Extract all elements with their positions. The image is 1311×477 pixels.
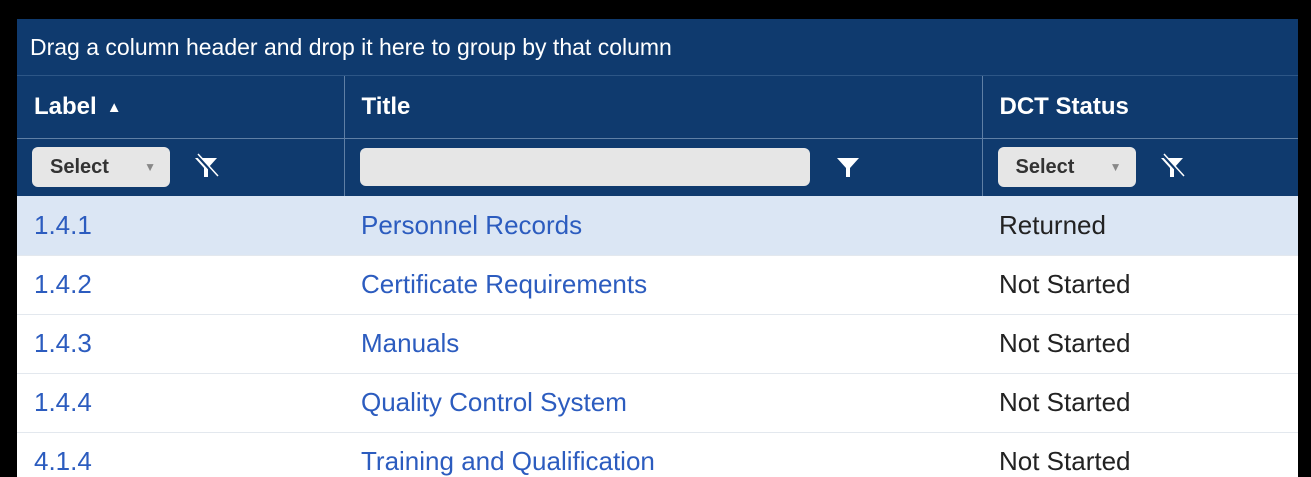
- cell-title[interactable]: Personnel Records: [344, 196, 982, 256]
- cell-label[interactable]: 1.4.4: [17, 373, 344, 433]
- status-text: Returned: [999, 209, 1106, 240]
- filter-icon[interactable]: [834, 153, 862, 181]
- column-header-label[interactable]: Label ▲: [17, 76, 345, 139]
- cell-title[interactable]: Quality Control System: [344, 373, 982, 433]
- title-link[interactable]: Training and Qualification: [361, 446, 655, 476]
- cell-title[interactable]: Manuals: [344, 314, 982, 374]
- table-row[interactable]: 4.1.4 Training and Qualification Not Sta…: [17, 432, 1298, 477]
- column-header-title-text: Title: [361, 92, 411, 120]
- cell-title[interactable]: Certificate Requirements: [344, 255, 982, 315]
- chevron-down-icon: ▼: [144, 160, 156, 175]
- cell-status: Not Started: [982, 314, 1298, 374]
- title-link[interactable]: Certificate Requirements: [361, 269, 647, 299]
- label-link[interactable]: 1.4.1: [34, 210, 92, 240]
- status-text: Not Started: [999, 269, 1131, 299]
- chevron-down-icon: ▼: [1109, 160, 1122, 175]
- status-text: Not Started: [999, 387, 1131, 417]
- column-header-label-text: Label: [34, 92, 97, 120]
- label-filter-cell: Select ▼: [17, 138, 345, 196]
- cell-label[interactable]: 1.4.2: [17, 255, 344, 315]
- cell-status: Not Started: [982, 432, 1298, 477]
- label-link[interactable]: 1.4.3: [34, 328, 92, 358]
- table-row[interactable]: 1.4.4 Quality Control System Not Started: [17, 373, 1298, 433]
- label-link[interactable]: 1.4.2: [34, 269, 92, 299]
- status-filter-cell: Select ▼: [982, 138, 1298, 196]
- screenshot-frame: Drag a column header and drop it here to…: [0, 0, 1311, 477]
- filter-clear-icon[interactable]: [192, 153, 220, 181]
- grid-table: Label ▲ Title DCT Status Select ▼ Select…: [17, 76, 1298, 477]
- status-text: Not Started: [999, 446, 1131, 476]
- status-filter-select[interactable]: Select ▼: [997, 147, 1136, 188]
- title-link[interactable]: Manuals: [361, 328, 459, 358]
- sort-ascending-icon: ▲: [106, 98, 122, 116]
- title-link[interactable]: Quality Control System: [361, 387, 627, 417]
- cell-label[interactable]: 1.4.1: [17, 196, 344, 256]
- table-row[interactable]: 1.4.3 Manuals Not Started: [17, 314, 1298, 374]
- header-row: Label ▲ Title DCT Status: [17, 76, 1298, 139]
- filter-clear-icon[interactable]: [1158, 153, 1186, 181]
- cell-status: Returned: [982, 196, 1298, 256]
- status-filter-select-text: Select: [1015, 156, 1075, 179]
- cell-label[interactable]: 1.4.3: [17, 314, 344, 374]
- column-header-dct-status[interactable]: DCT Status: [982, 76, 1298, 139]
- table-row[interactable]: 1.4.2 Certificate Requirements Not Start…: [17, 255, 1298, 315]
- label-link[interactable]: 1.4.4: [34, 387, 92, 417]
- cell-title[interactable]: Training and Qualification: [344, 432, 982, 477]
- cell-label[interactable]: 4.1.4: [17, 432, 344, 477]
- data-grid: Drag a column header and drop it here to…: [17, 19, 1298, 477]
- cell-status: Not Started: [982, 373, 1298, 433]
- label-link[interactable]: 4.1.4: [34, 446, 92, 476]
- title-link[interactable]: Personnel Records: [361, 210, 582, 240]
- column-header-status-text: DCT Status: [999, 92, 1129, 120]
- table-row[interactable]: 1.4.1 Personnel Records Returned: [17, 196, 1298, 256]
- filter-row: Select ▼ Select ▼: [17, 138, 1298, 196]
- column-header-title[interactable]: Title: [344, 76, 983, 139]
- title-filter-input[interactable]: [359, 148, 810, 187]
- cell-status: Not Started: [982, 255, 1298, 315]
- group-by-panel[interactable]: Drag a column header and drop it here to…: [17, 19, 1298, 76]
- status-text: Not Started: [999, 328, 1131, 358]
- title-filter-cell: [344, 138, 983, 196]
- label-filter-select-text: Select: [50, 156, 109, 179]
- label-filter-select[interactable]: Select ▼: [32, 147, 170, 188]
